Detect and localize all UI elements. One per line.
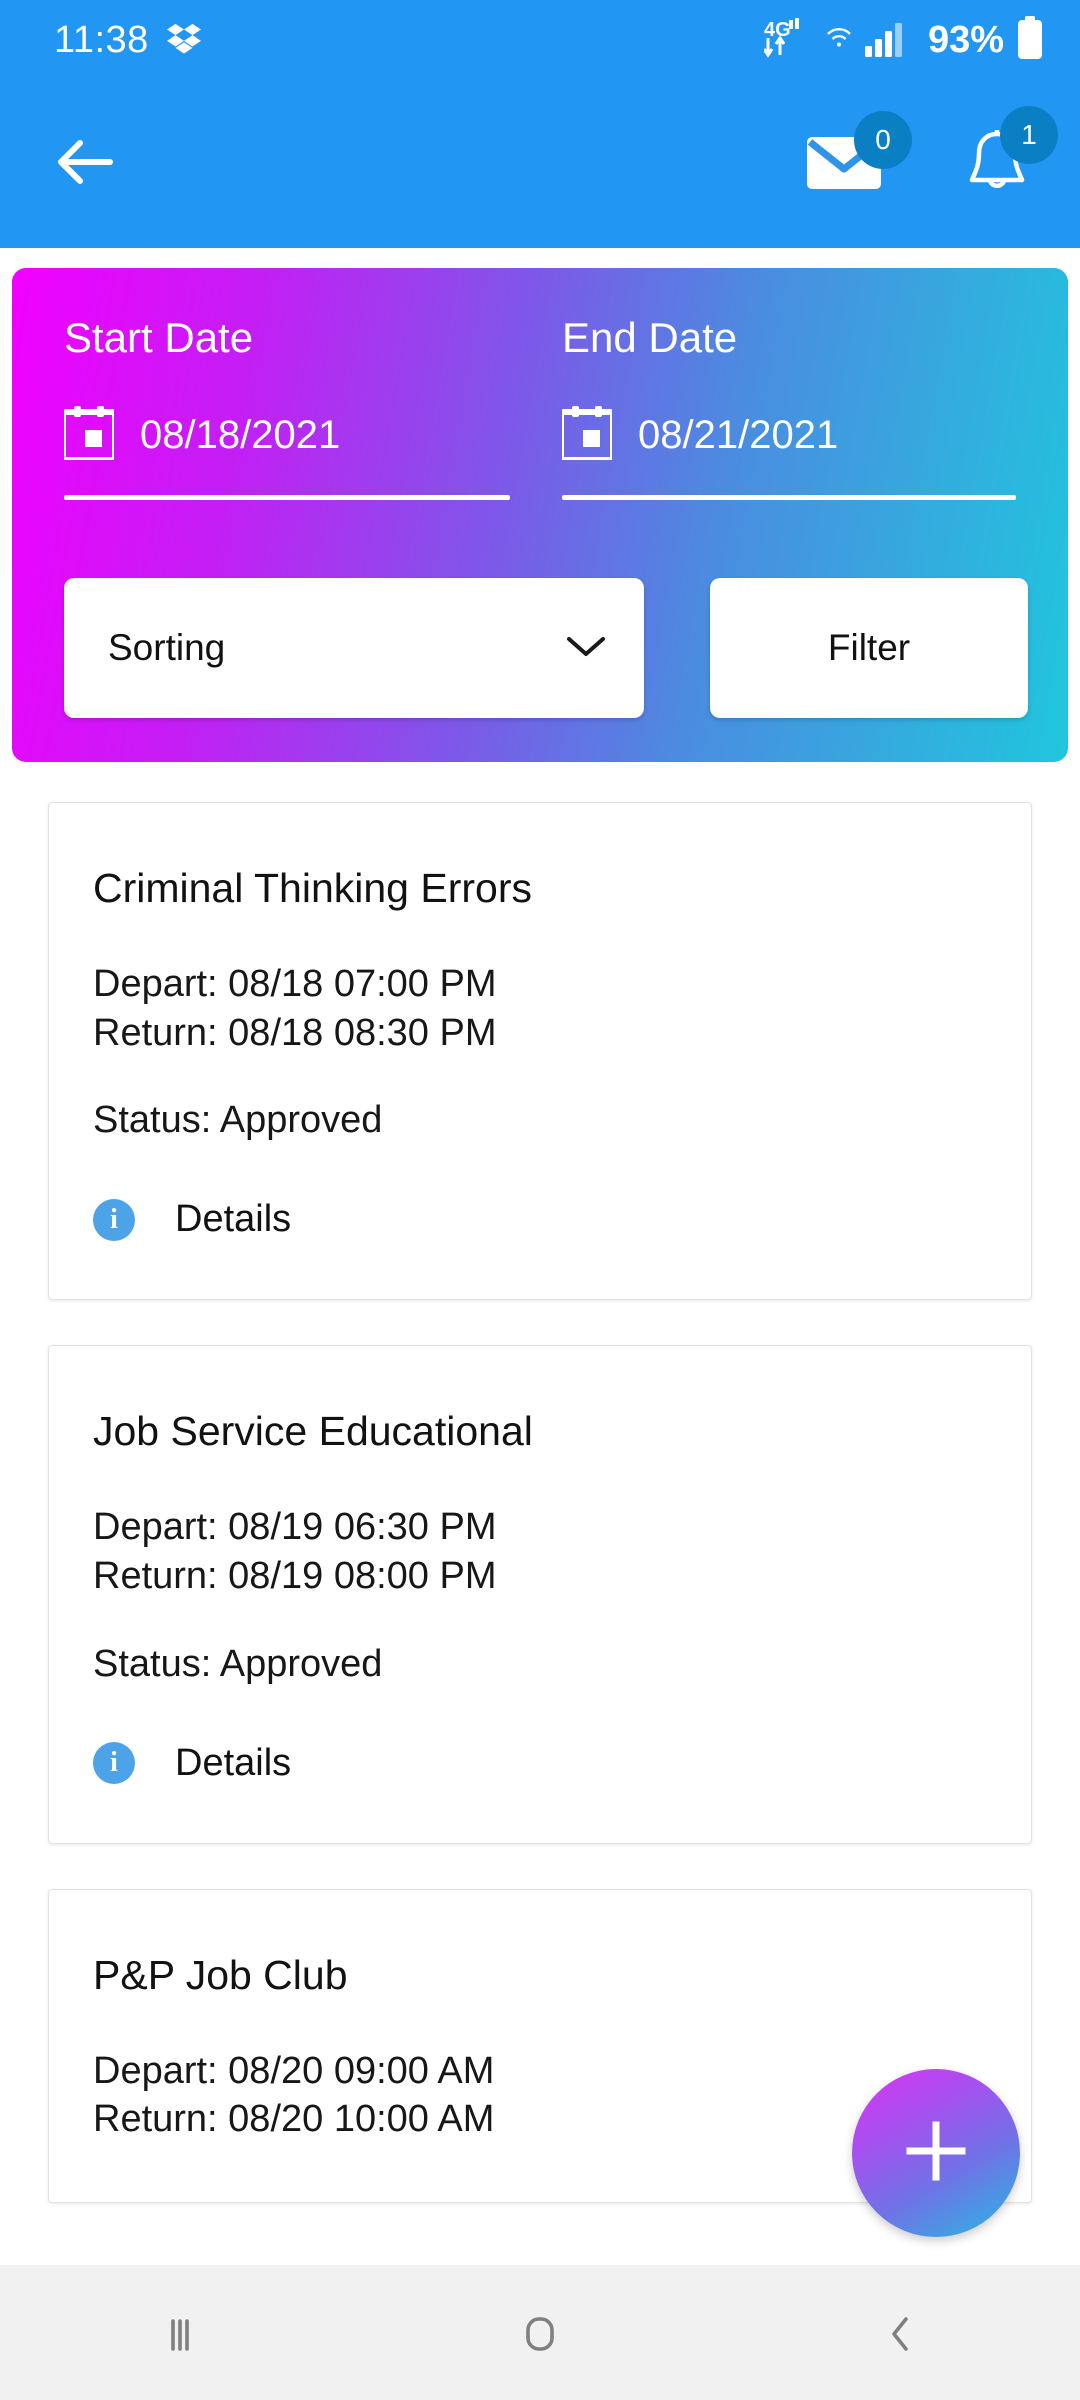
trip-title: P&P Job Club [93,1951,348,1998]
battery-percent-label: 93% [927,18,1004,61]
trip-depart: Depart: 08/20 09:00 AM [93,2049,495,2092]
details-button[interactable]: i Details [93,1198,987,1241]
status-bar-right: 4G 93% [762,15,1044,65]
back-arrow-icon[interactable] [54,137,116,192]
table-row[interactable]: Job Service Educational Depart: 08/19 06… [48,1345,1032,1844]
status-badge: Status: Approved [93,1099,383,1142]
details-label: Details [175,1198,292,1241]
trip-title: Job Service Educational [93,1408,533,1455]
4g-lte-data-icon: 4G [762,16,814,65]
start-date-label: Start Date [64,314,254,361]
recents-icon[interactable] [90,2305,270,2361]
info-icon: i [93,1198,135,1241]
phone-screen: 11:38 4G 93% 0 1 Start Date 08/18/2021 E… [0,0,1080,2400]
messages-button[interactable]: 0 [806,110,912,196]
details-button[interactable]: i Details [93,1742,987,1785]
trip-return: Return: 08/19 08:00 PM [93,1554,497,1597]
cellular-signal-icon [864,18,910,63]
trip-return: Return: 08/18 08:30 PM [93,1011,497,1054]
add-trip-fab[interactable] [852,2069,1020,2237]
status-bar: 11:38 4G 93% [0,0,1080,80]
android-nav-bar [0,2265,1080,2400]
trip-list[interactable]: Criminal Thinking Errors Depart: 08/18 0… [0,762,1080,2265]
svg-text:4G: 4G [764,19,791,41]
start-date-field[interactable]: Start Date 08/18/2021 [60,314,540,500]
app-bar-actions: 0 1 [806,105,1058,201]
app-bar: 0 1 [0,80,1080,248]
trip-depart: Depart: 08/19 06:30 PM [93,1506,497,1549]
date-range-row: Start Date 08/18/2021 End Date 08/21/202… [60,314,1016,500]
info-icon: i [93,1742,135,1784]
end-date-field[interactable]: End Date 08/21/2021 [540,314,1016,500]
trip-depart: Depart: 08/18 07:00 PM [93,963,497,1005]
battery-icon [1016,15,1044,65]
end-date-value-row: 08/21/2021 [558,406,1016,465]
notifications-button[interactable]: 1 [966,105,1058,201]
filter-controls-row: Sorting Filter [64,578,1028,718]
end-date-underline [562,495,1016,500]
table-row[interactable]: Criminal Thinking Errors Depart: 08/18 0… [48,802,1032,1301]
calendar-icon [558,406,616,465]
details-label: Details [175,1741,292,1784]
back-chevron-icon[interactable] [810,2305,990,2361]
dropbox-icon [166,21,201,60]
end-date-value: 08/21/2021 [638,413,839,457]
wifi-icon [826,27,852,54]
trip-title: Criminal Thinking Errors [93,865,532,911]
sorting-dropdown[interactable]: Sorting [64,578,644,718]
home-icon[interactable] [450,2305,630,2361]
messages-badge: 0 [854,110,912,169]
date-filter-panel: Start Date 08/18/2021 End Date 08/21/202… [12,268,1068,762]
filter-button[interactable]: Filter [710,578,1028,718]
start-date-value: 08/18/2021 [140,413,341,457]
filter-button-label: Filter [827,627,911,668]
notifications-badge: 1 [1000,105,1058,164]
status-bar-left: 11:38 [54,19,201,62]
start-date-value-row: 08/18/2021 [60,406,510,465]
end-date-label: End Date [562,314,738,361]
calendar-icon [60,406,118,465]
plus-icon [900,2115,972,2192]
status-badge: Status: Approved [93,1642,383,1685]
start-date-underline [64,495,510,500]
status-bar-clock: 11:38 [54,18,149,61]
sorting-label: Sorting [108,627,226,668]
chevron-down-icon [564,632,608,665]
